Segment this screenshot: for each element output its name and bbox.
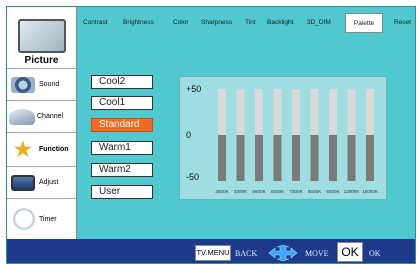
tab-contrast[interactable]: Contrast — [83, 13, 108, 33]
sidebar-item-function[interactable]: ★ Function — [7, 133, 76, 167]
move-arrows-icon — [268, 245, 298, 261]
bar-12000K[interactable] — [347, 135, 356, 181]
bar-upper-5600K — [255, 89, 263, 135]
bar-15000K[interactable] — [366, 135, 374, 181]
bar-upper-12000K — [347, 89, 356, 135]
sidebar-item-label: Channel — [37, 113, 64, 120]
x-tick-label: 2500K — [215, 189, 229, 194]
clock-icon — [13, 208, 35, 230]
ok-label: OK — [369, 249, 381, 258]
tab-reset[interactable]: Reset — [394, 13, 411, 33]
tv-menu-button[interactable]: TV.MENU — [195, 245, 231, 261]
preset-user[interactable]: User — [91, 185, 153, 199]
x-tick-label: 6500K — [271, 189, 285, 194]
preset-warm2[interactable]: Warm2 — [91, 163, 153, 177]
bar-upper-6500K — [273, 89, 282, 135]
tab-bar: Contrast Brightness Color Sharpness Tint… — [81, 13, 415, 33]
speaker-icon — [11, 76, 35, 93]
x-tick-label: 15000K — [362, 189, 379, 194]
sidebar-item-adjust[interactable]: Adjust — [7, 167, 76, 199]
preset-standard[interactable]: Standard — [91, 118, 153, 132]
x-tick-label: 9300K — [326, 189, 340, 194]
sidebar-item-timer[interactable]: Timer — [7, 199, 76, 239]
tab-sharpness[interactable]: Sharpness — [201, 13, 232, 33]
y-tick-label: -50 — [186, 172, 199, 182]
sidebar-item-label: Function — [39, 146, 69, 153]
bar-5600K[interactable] — [255, 135, 263, 181]
tv-icon — [17, 19, 66, 53]
star-icon: ★ — [14, 138, 32, 161]
bar-upper-2500K — [218, 89, 226, 135]
back-label: BACK — [235, 249, 258, 258]
sidebar: Picture Sound Channel ★ Function Adjust … — [7, 7, 77, 239]
bar-upper-9300K — [329, 89, 337, 135]
color-temperature-chart: +50 0 -50 2500K 3300K 5600K 6500K 7300K 8500K 930… — [179, 76, 387, 200]
preset-warm1[interactable]: Warm1 — [91, 141, 153, 155]
ok-button[interactable]: OK — [337, 242, 363, 262]
sidebar-item-channel[interactable]: Channel — [7, 101, 76, 133]
tab-palette[interactable]: Palette — [345, 13, 383, 33]
tab-brightness[interactable]: Brightness — [123, 13, 154, 33]
tab-backlight[interactable]: Backlight — [267, 13, 293, 33]
bar-7300K[interactable] — [292, 135, 300, 181]
bar-8500K[interactable] — [310, 135, 319, 181]
bar-upper-15000K — [366, 89, 374, 135]
bar-2500K[interactable] — [218, 135, 226, 181]
bar-6500K[interactable] — [273, 135, 282, 181]
x-tick-label: 12000K — [344, 189, 361, 194]
bar-9300K[interactable] — [329, 135, 337, 181]
sidebar-item-label: Picture — [24, 55, 59, 66]
x-tick-label: 5600K — [252, 189, 266, 194]
bottom-hint-bar: TV.MENU BACK MOVE OK OK — [7, 239, 415, 263]
monitor-icon — [11, 174, 35, 191]
sidebar-item-label: Timer — [39, 215, 57, 223]
bar-upper-3300K — [236, 89, 245, 135]
sidebar-item-sound[interactable]: Sound — [7, 69, 76, 101]
satellite-dish-icon — [9, 108, 35, 125]
bar-3300K[interactable] — [236, 135, 245, 181]
sidebar-item-label: Adjust — [39, 179, 59, 186]
tab-color[interactable]: Color — [173, 13, 189, 33]
preset-cool2[interactable]: Cool2 — [91, 75, 153, 89]
bar-upper-8500K — [310, 89, 319, 135]
y-tick-label: +50 — [186, 84, 201, 94]
bar-upper-7300K — [292, 89, 300, 135]
color-temperature-chart-svg: +50 0 -50 2500K 3300K 5600K 6500K 7300K 8500K 930… — [186, 84, 379, 194]
tab-3d-dim[interactable]: 3D_DIM — [307, 13, 331, 33]
sidebar-item-picture[interactable]: Picture — [7, 7, 76, 69]
x-tick-label: 3300K — [234, 189, 248, 194]
preset-cool1[interactable]: Cool1 — [91, 96, 153, 110]
y-tick-label: 0 — [186, 130, 191, 140]
tv-settings-window: Picture Sound Channel ★ Function Adjust … — [6, 6, 416, 264]
x-tick-label: 8500K — [308, 189, 322, 194]
sidebar-item-label: Sound — [39, 81, 60, 88]
x-tick-label: 7300K — [289, 189, 303, 194]
move-label: MOVE — [305, 249, 329, 258]
tab-tint[interactable]: Tint — [245, 13, 256, 33]
